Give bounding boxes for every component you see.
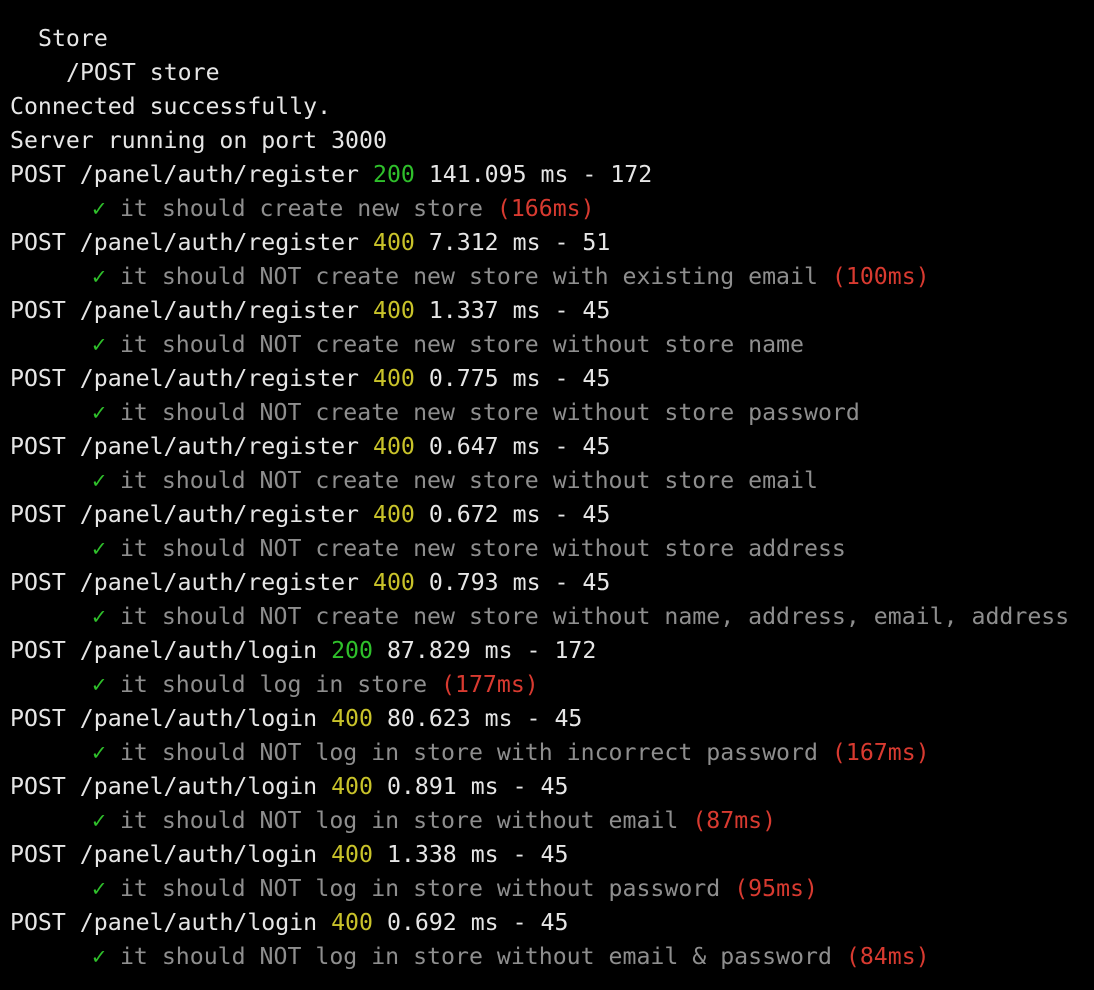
request-log-line: POST /panel/auth/register 400 1.337 ms -… [10, 294, 1094, 328]
checkmark-icon: ✓ [92, 875, 106, 902]
checkmark-icon: ✓ [92, 263, 106, 290]
request-log-line: POST /panel/auth/register 400 0.647 ms -… [10, 430, 1094, 464]
request-metrics: 1.338 ms - 45 [386, 841, 569, 868]
request-method-path: POST /panel/auth/register [10, 569, 360, 596]
test-result-line: ✓ it should NOT log in store without ema… [10, 940, 1094, 974]
test-description: it should NOT log in store with incorrec… [119, 739, 818, 766]
request-log-line: POST /panel/auth/register 400 0.775 ms -… [10, 362, 1094, 396]
request-method-path: POST /panel/auth/register [10, 161, 360, 188]
request-metrics: 7.312 ms - 51 [428, 229, 611, 256]
test-description: it should NOT log in store without passw… [119, 875, 721, 902]
checkmark-icon: ✓ [92, 535, 106, 562]
request-metrics: 0.692 ms - 45 [386, 909, 569, 936]
request-metrics: 80.623 ms - 45 [386, 705, 583, 732]
checkmark-icon: ✓ [92, 467, 106, 494]
request-method-path: POST /panel/auth/login [10, 909, 318, 936]
test-result-line: ✓ it should NOT create new store without… [10, 600, 1094, 634]
checkmark-icon: ✓ [92, 195, 106, 222]
status-code: 400 [372, 501, 415, 528]
status-code: 400 [372, 229, 415, 256]
terminal-window[interactable]: Store /POST store Connected successfully… [0, 0, 1094, 990]
request-log-line: POST /panel/auth/register 400 0.672 ms -… [10, 498, 1094, 532]
test-description: it should NOT log in store without email… [119, 943, 832, 970]
test-duration: (166ms) [496, 195, 595, 222]
test-result-line: ✓ it should NOT log in store without ema… [10, 804, 1094, 838]
status-code: 200 [372, 161, 415, 188]
status-code: 200 [331, 637, 373, 664]
checkmark-icon: ✓ [92, 807, 106, 834]
request-log-line: POST /panel/auth/login 400 80.623 ms - 4… [10, 702, 1094, 736]
test-duration: (167ms) [831, 739, 930, 766]
request-method-path: POST /panel/auth/register [10, 229, 360, 256]
status-code: 400 [372, 297, 415, 324]
request-log-line: POST /panel/auth/register 200 141.095 ms… [10, 158, 1094, 192]
request-metrics: 141.095 ms - 172 [428, 161, 653, 188]
request-log-line: POST /panel/auth/register 400 0.793 ms -… [10, 566, 1094, 600]
test-description: it should NOT create new store without s… [119, 467, 818, 494]
test-result-line: ✓ it should log in store (177ms) [10, 668, 1094, 702]
status-code: 400 [372, 569, 415, 596]
request-method-path: POST /panel/auth/login [10, 841, 318, 868]
server-message: Server running on port 3000 [10, 127, 387, 154]
test-result-line: ✓ it should NOT log in store with incorr… [10, 736, 1094, 770]
test-description: it should NOT log in store without email [119, 807, 679, 834]
test-duration: (87ms) [692, 807, 777, 834]
test-duration: (100ms) [831, 263, 930, 290]
status-code: 400 [372, 365, 415, 392]
request-method-path: POST /panel/auth/login [10, 705, 318, 732]
status-code: 400 [331, 705, 373, 732]
test-description: it should create new store [119, 195, 483, 222]
status-code: 400 [331, 909, 373, 936]
test-description: it should log in store [119, 671, 428, 698]
request-metrics: 1.337 ms - 45 [428, 297, 611, 324]
request-method-path: POST /panel/auth/register [10, 365, 360, 392]
connected-message: Connected successfully. [10, 93, 332, 120]
request-log-line: POST /panel/auth/login 400 0.891 ms - 45 [10, 770, 1094, 804]
checkmark-icon: ✓ [92, 943, 106, 970]
request-method-path: POST /panel/auth/register [10, 297, 360, 324]
status-code: 400 [331, 841, 373, 868]
status-code: 400 [372, 433, 415, 460]
test-result-line: ✓ it should NOT create new store without… [10, 396, 1094, 430]
test-duration: (95ms) [734, 875, 818, 902]
checkmark-icon: ✓ [92, 603, 106, 630]
test-description: it should NOT create new store with exis… [119, 263, 818, 290]
checkmark-icon: ✓ [92, 399, 106, 426]
test-description: it should NOT create new store without s… [119, 331, 804, 358]
checkmark-icon: ✓ [92, 331, 106, 358]
test-description: it should NOT create new store without s… [119, 399, 860, 426]
request-metrics: 87.829 ms - 172 [386, 637, 597, 664]
checkmark-icon: ✓ [92, 671, 106, 698]
test-result-line: ✓ it should NOT create new store without… [10, 328, 1094, 362]
log-entries: POST /panel/auth/register 200 141.095 ms… [10, 158, 1094, 974]
request-log-line: POST /panel/auth/register 400 7.312 ms -… [10, 226, 1094, 260]
test-duration: (84ms) [845, 943, 930, 970]
request-method-path: POST /panel/auth/login [10, 637, 318, 664]
test-description: it should NOT create new store without s… [119, 535, 846, 562]
test-duration: (177ms) [441, 671, 539, 698]
test-result-line: ✓ it should NOT create new store without… [10, 532, 1094, 566]
request-method-path: POST /panel/auth/login [10, 773, 318, 800]
request-metrics: 0.793 ms - 45 [428, 569, 611, 596]
request-metrics: 0.647 ms - 45 [428, 433, 611, 460]
request-method-path: POST /panel/auth/register [10, 433, 360, 460]
request-metrics: 0.891 ms - 45 [386, 773, 569, 800]
test-result-line: ✓ it should NOT log in store without pas… [10, 872, 1094, 906]
suite-subtitle: /POST store [66, 59, 220, 86]
request-metrics: 0.672 ms - 45 [428, 501, 611, 528]
request-log-line: POST /panel/auth/login 400 0.692 ms - 45 [10, 906, 1094, 940]
checkmark-icon: ✓ [92, 739, 106, 766]
test-result-line: ✓ it should NOT create new store with ex… [10, 260, 1094, 294]
request-metrics: 0.775 ms - 45 [428, 365, 611, 392]
suite-title: Store [38, 25, 108, 52]
status-code: 400 [331, 773, 373, 800]
request-log-line: POST /panel/auth/login 400 1.338 ms - 45 [10, 838, 1094, 872]
request-method-path: POST /panel/auth/register [10, 501, 360, 528]
test-result-line: ✓ it should NOT create new store without… [10, 464, 1094, 498]
test-description: it should NOT create new store without n… [119, 603, 1070, 630]
test-result-line: ✓ it should create new store (166ms) [10, 192, 1094, 226]
request-log-line: POST /panel/auth/login 200 87.829 ms - 1… [10, 634, 1094, 668]
